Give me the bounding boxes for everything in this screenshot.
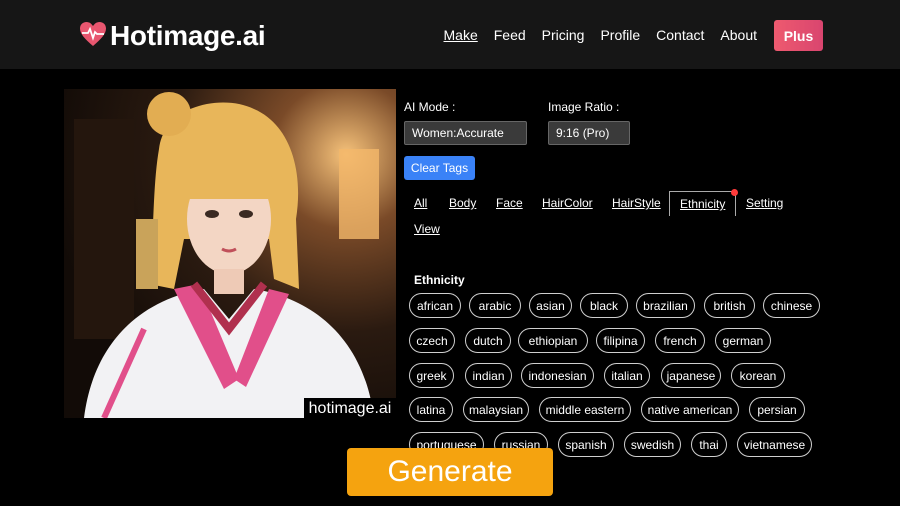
- nav-make[interactable]: Make: [444, 27, 478, 43]
- tab-hairstyle[interactable]: HairStyle: [612, 191, 661, 215]
- image-ratio-label: Image Ratio :: [548, 100, 620, 114]
- chip-brazilian[interactable]: brazilian: [636, 293, 695, 318]
- watermark: hotimage.ai: [304, 398, 396, 419]
- chip-japanese[interactable]: japanese: [661, 363, 721, 388]
- chip-swedish[interactable]: swedish: [624, 432, 681, 457]
- nav-feed[interactable]: Feed: [494, 27, 526, 43]
- main-nav: Make Feed Pricing Profile Contact About: [428, 27, 757, 43]
- logo-text: Hotimage.ai: [110, 20, 266, 51]
- section-title: Ethnicity: [414, 273, 465, 287]
- plus-button[interactable]: Plus: [774, 20, 823, 51]
- chip-filipina[interactable]: filipina: [596, 328, 645, 353]
- chip-thai[interactable]: thai: [691, 432, 727, 457]
- heart-pulse-icon: [79, 21, 107, 52]
- chip-chinese[interactable]: chinese: [763, 293, 820, 318]
- chip-czech[interactable]: czech: [409, 328, 455, 353]
- logo[interactable]: Hotimage.ai: [79, 19, 266, 53]
- chip-italian[interactable]: italian: [604, 363, 650, 388]
- top-header: Hotimage.ai Make Feed Pricing Profile Co…: [0, 0, 900, 69]
- chip-persian[interactable]: persian: [749, 397, 805, 422]
- generate-button[interactable]: Generate: [347, 448, 553, 496]
- nav-contact[interactable]: Contact: [656, 27, 704, 43]
- tab-ethnicity-label: Ethnicity: [680, 197, 726, 211]
- ai-mode-label: AI Mode :: [404, 100, 456, 114]
- chip-asian[interactable]: asian: [529, 293, 572, 318]
- generated-image: [64, 89, 396, 418]
- tab-body[interactable]: Body: [449, 191, 476, 215]
- tab-view[interactable]: View: [414, 217, 440, 241]
- chip-greek[interactable]: greek: [409, 363, 454, 388]
- tab-face[interactable]: Face: [496, 191, 523, 215]
- tab-setting[interactable]: Setting: [746, 191, 783, 215]
- clear-tags-button[interactable]: Clear Tags: [404, 156, 475, 180]
- chip-spanish[interactable]: spanish: [558, 432, 614, 457]
- chip-malaysian[interactable]: malaysian: [463, 397, 529, 422]
- nav-about[interactable]: About: [720, 27, 757, 43]
- chip-ethiopian[interactable]: ethiopian: [518, 328, 588, 353]
- chip-native-american[interactable]: native american: [641, 397, 739, 422]
- chip-arabic[interactable]: arabic: [469, 293, 521, 318]
- image-ratio-select[interactable]: 9:16 (Pro): [548, 121, 630, 145]
- chip-indian[interactable]: indian: [465, 363, 512, 388]
- chip-dutch[interactable]: dutch: [465, 328, 511, 353]
- chip-african[interactable]: african: [409, 293, 461, 318]
- chip-vietnamese[interactable]: vietnamese: [737, 432, 812, 457]
- chip-middle-eastern[interactable]: middle eastern: [539, 397, 631, 422]
- nav-pricing[interactable]: Pricing: [542, 27, 585, 43]
- chip-korean[interactable]: korean: [731, 363, 785, 388]
- chip-black[interactable]: black: [580, 293, 628, 318]
- chip-latina[interactable]: latina: [409, 397, 453, 422]
- active-dot-icon: [731, 189, 739, 196]
- tab-haircolor[interactable]: HairColor: [542, 191, 593, 215]
- ai-mode-select[interactable]: Women:Accurate: [404, 121, 527, 145]
- tab-ethnicity[interactable]: Ethnicity: [669, 189, 739, 216]
- chip-british[interactable]: british: [704, 293, 755, 318]
- tab-all[interactable]: All: [414, 191, 427, 215]
- chip-indonesian[interactable]: indonesian: [521, 363, 594, 388]
- chip-french[interactable]: french: [655, 328, 705, 353]
- chip-german[interactable]: german: [715, 328, 771, 353]
- nav-profile[interactable]: Profile: [600, 27, 640, 43]
